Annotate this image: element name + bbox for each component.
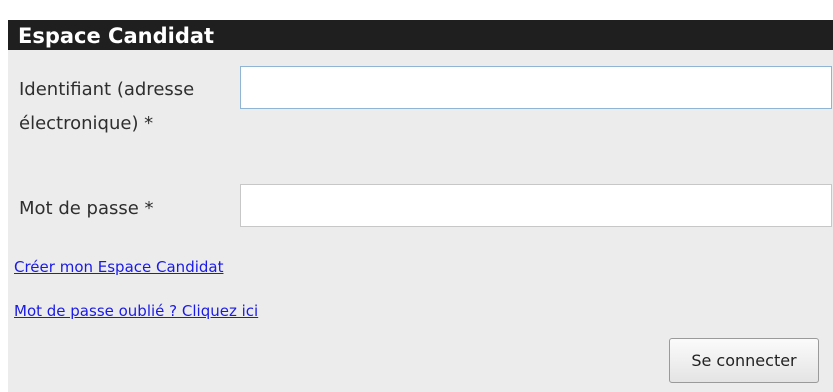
forgot-password-link[interactable]: Mot de passe oublié ? Cliquez ici xyxy=(14,302,258,320)
identifier-label: Identifiant (adresse électronique) * xyxy=(19,79,195,134)
create-account-link[interactable]: Créer mon Espace Candidat xyxy=(14,258,223,276)
identifier-input[interactable] xyxy=(240,66,832,109)
password-input[interactable] xyxy=(240,184,832,227)
login-button[interactable]: Se connecter xyxy=(669,338,819,383)
password-label: Mot de passe * xyxy=(19,198,154,219)
candidate-login-panel: Espace Candidat Identifiant (adresse éle… xyxy=(8,20,833,392)
panel-title: Espace Candidat xyxy=(8,20,833,50)
